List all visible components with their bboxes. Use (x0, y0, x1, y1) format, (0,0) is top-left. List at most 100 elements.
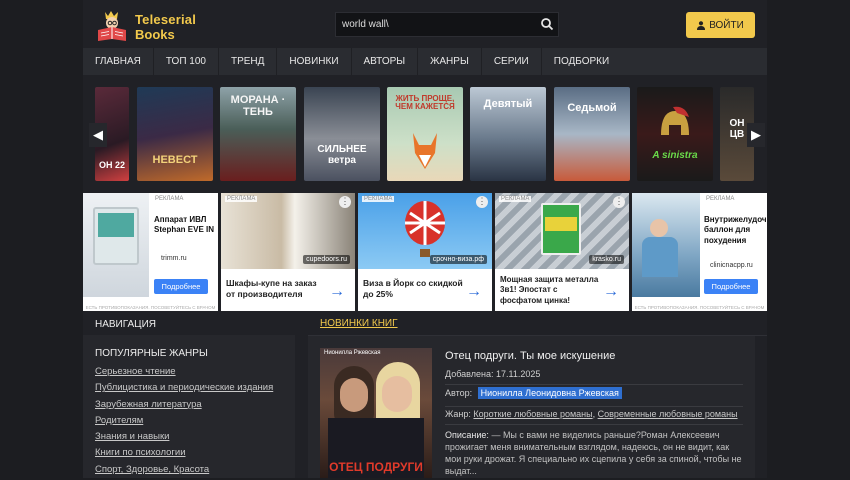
ad-domain: clinicnacpp.ru (710, 262, 753, 269)
genre-link[interactable]: Родителям (95, 415, 290, 431)
arrow-right-icon[interactable]: → (466, 283, 482, 301)
book-title[interactable]: Отец подруги. Ты мое искушение (445, 350, 615, 362)
login-label: ВОЙТИ (709, 19, 744, 31)
search-box (335, 12, 559, 37)
genre-tag-link[interactable]: Современные любовные романы (598, 409, 738, 419)
brand-name-line2: Books (135, 27, 175, 42)
ad-card[interactable]: РЕКЛАМА Аппарат ИВЛ Stephan EVE IN trimm… (83, 193, 218, 311)
genre-label: Жанр: (445, 409, 471, 419)
ad-more-button[interactable]: Подробнее (154, 279, 208, 294)
arrow-right-icon[interactable]: → (603, 283, 619, 301)
ad-label: РЕКЛАМА (153, 196, 186, 202)
author-link[interactable]: Нионилла Леонидовна Ржевская (477, 387, 622, 399)
genre-link[interactable]: Публицистика и периодические издания (95, 382, 290, 398)
desc-label: Описание: (445, 430, 489, 440)
carousel-book-cover[interactable]: A sinistra (637, 87, 713, 181)
nav-trend[interactable]: ТРЕНД (219, 48, 278, 75)
carousel-next-button[interactable]: ▶ (747, 123, 765, 147)
author-label: Автор: (445, 388, 473, 398)
ad-label: РЕКЛАМА (704, 196, 737, 202)
ad-card[interactable]: РЕКЛАМА ⋮ cupedoors.ru Шкафы-купе на зак… (221, 193, 355, 311)
book-author: Автор: Нионилла Леонидовна Ржевская (445, 387, 743, 407)
chevron-left-icon: ◀ (93, 127, 103, 142)
carousel-book-cover[interactable]: Девятый (470, 87, 546, 181)
book-cover-image[interactable]: Нионилла Ржевская ОТЕЦ ПОДРУГИ (320, 348, 432, 478)
header: Teleserial Books ВОЙТИ (83, 0, 767, 48)
ad-title: Виза в Йорк со скидкой до 25% (363, 278, 463, 300)
main-content: НОВИНКИ КНИГ Нионилла Ржевская ОТЕЦ ПОДР… (308, 311, 767, 478)
ad-disclaimer: ЕСТЬ ПРОТИВОПОКАЗАНИЯ. ПОСОВЕТУЙТЕСЬ С В… (85, 305, 216, 310)
chevron-right-icon: ▶ (751, 127, 761, 142)
login-button[interactable]: ВОЙТИ (686, 12, 755, 38)
ad-strip: РЕКЛАМА Аппарат ИВЛ Stephan EVE IN trimm… (83, 193, 767, 311)
book-description: Описание: — Мы с вами не виделись раньше… (445, 429, 745, 478)
ad-card[interactable]: РЕКЛАМА Внутрижелудочный баллон для поху… (632, 193, 767, 311)
ad-more-button[interactable]: Подробнее (704, 279, 758, 294)
nav-authors[interactable]: АВТОРЫ (352, 48, 419, 75)
added-date: 17.11.2025 (495, 369, 541, 379)
search-input[interactable] (342, 13, 532, 36)
site-logo[interactable]: Teleserial Books (95, 6, 205, 42)
main-nav: ГЛАВНАЯ ТОП 100 ТРЕНД НОВИНКИ АВТОРЫ ЖАН… (83, 48, 767, 75)
genre-link[interactable]: Серьезное чтение (95, 366, 290, 382)
nav-new[interactable]: НОВИНКИ (277, 48, 352, 75)
ad-title: Шкафы-купе на заказ от производителя (226, 278, 317, 300)
ad-domain: trimm.ru (161, 255, 187, 262)
added-label: Добавлена: (445, 369, 494, 379)
user-icon (697, 20, 706, 30)
book-cover-text: СИЛЬНЕЕ ветра (317, 144, 367, 166)
tab-new-books[interactable]: НОВИНКИ КНИГ (320, 318, 398, 329)
nav-collections[interactable]: ПОДБОРКИ (542, 48, 621, 75)
book-cover-text: ОН 22 (98, 160, 125, 170)
ad-image-ventilator (83, 193, 149, 297)
book-carousel: ОН 22 НЕВЕСТ МОРАНА · ТЕНЬ СИЛЬНЕЕ ветра… (83, 75, 767, 192)
sidebar: НАВИГАЦИЯ ПОПУЛЯРНЫЕ ЖАНРЫ Серьезное чте… (83, 311, 295, 478)
carousel-book-cover[interactable]: ЖИТЬ ПРОЩЕ, ЧЕМ КАЖЕТСЯ (387, 87, 463, 181)
genre-link[interactable]: Книги по психологии (95, 447, 290, 463)
ad-domain: срочно-виза.рф (429, 255, 487, 264)
ad-card[interactable]: РЕКЛАМА ⋮ срочно-виза.рф Виза в Йорк со … (358, 193, 492, 311)
genre-tag-link[interactable]: Короткие любовные романы (473, 409, 592, 419)
genre-link[interactable]: Зарубежная литература (95, 399, 290, 415)
nav-top100[interactable]: ТОП 100 (154, 48, 219, 75)
sidebar-title: НАВИГАЦИЯ (95, 319, 156, 330)
cover-title-text: ОТЕЦ ПОДРУГИ (329, 460, 423, 474)
more-options-icon[interactable]: ⋮ (476, 196, 488, 208)
carousel-book-cover[interactable]: НЕВЕСТ (137, 87, 213, 181)
book-cover-text: Седьмой (567, 102, 617, 114)
fox-illustration (413, 133, 437, 169)
more-options-icon[interactable]: ⋮ (613, 196, 625, 208)
more-options-icon[interactable]: ⋮ (339, 196, 351, 208)
ad-title: Мощная защита металла 3в1! Эпостат с фос… (500, 275, 599, 305)
cover-author-text: Нионилла Ржевская (324, 350, 381, 356)
ad-card[interactable]: РЕКЛАМА ⋮ krasko.ru Мощная защита металл… (495, 193, 629, 311)
desc-text: — Мы с вами не виделись раньше?Роман Але… (445, 430, 742, 477)
book-genres: Жанр: Короткие любовные романы, Современ… (445, 409, 743, 425)
page: Teleserial Books ВОЙТИ ГЛАВНАЯ ТОП 100 Т… (83, 0, 767, 478)
reader-mascot-icon (98, 11, 126, 41)
carousel-book-cover[interactable]: СИЛЬНЕЕ ветра (304, 87, 380, 181)
ad-label: РЕКЛАМА (225, 196, 258, 202)
carousel-prev-button[interactable]: ◀ (89, 123, 107, 147)
nav-home[interactable]: ГЛАВНАЯ (83, 48, 154, 75)
ad-title: Внутрижелудочный баллон для похудения (704, 215, 767, 245)
genre-link[interactable]: Знания и навыки (95, 431, 290, 447)
arrow-right-icon[interactable]: → (329, 283, 345, 301)
book-cover-text: ЖИТЬ ПРОЩЕ, ЧЕМ КАЖЕТСЯ (395, 94, 455, 112)
search-icon[interactable] (540, 17, 554, 31)
carousel-book-cover[interactable]: МОРАНА · ТЕНЬ (220, 87, 296, 181)
ad-label: РЕКЛАМА (499, 196, 532, 202)
book-cover-text: Девятый (483, 98, 533, 110)
book-added: Добавлена: 17.11.2025 (445, 369, 743, 385)
nav-series[interactable]: СЕРИИ (482, 48, 542, 75)
genre-list: Серьезное чтение Публицистика и периодич… (95, 366, 290, 480)
book-cover-text: МОРАНА · ТЕНЬ (230, 94, 286, 118)
book-cover-text: НЕВЕСТ (152, 154, 198, 166)
carousel-book-cover[interactable]: Седьмой (554, 87, 630, 181)
helmet-illustration (661, 106, 689, 135)
ad-disclaimer: ЕСТЬ ПРОТИВОПОКАЗАНИЯ. ПОСОВЕТУЙТЕСЬ С В… (634, 305, 765, 310)
ad-domain: cupedoors.ru (303, 255, 350, 264)
ad-title: Аппарат ИВЛ Stephan EVE IN (154, 215, 215, 235)
ad-image-clinic (632, 193, 700, 297)
nav-genres[interactable]: ЖАНРЫ (418, 48, 482, 75)
